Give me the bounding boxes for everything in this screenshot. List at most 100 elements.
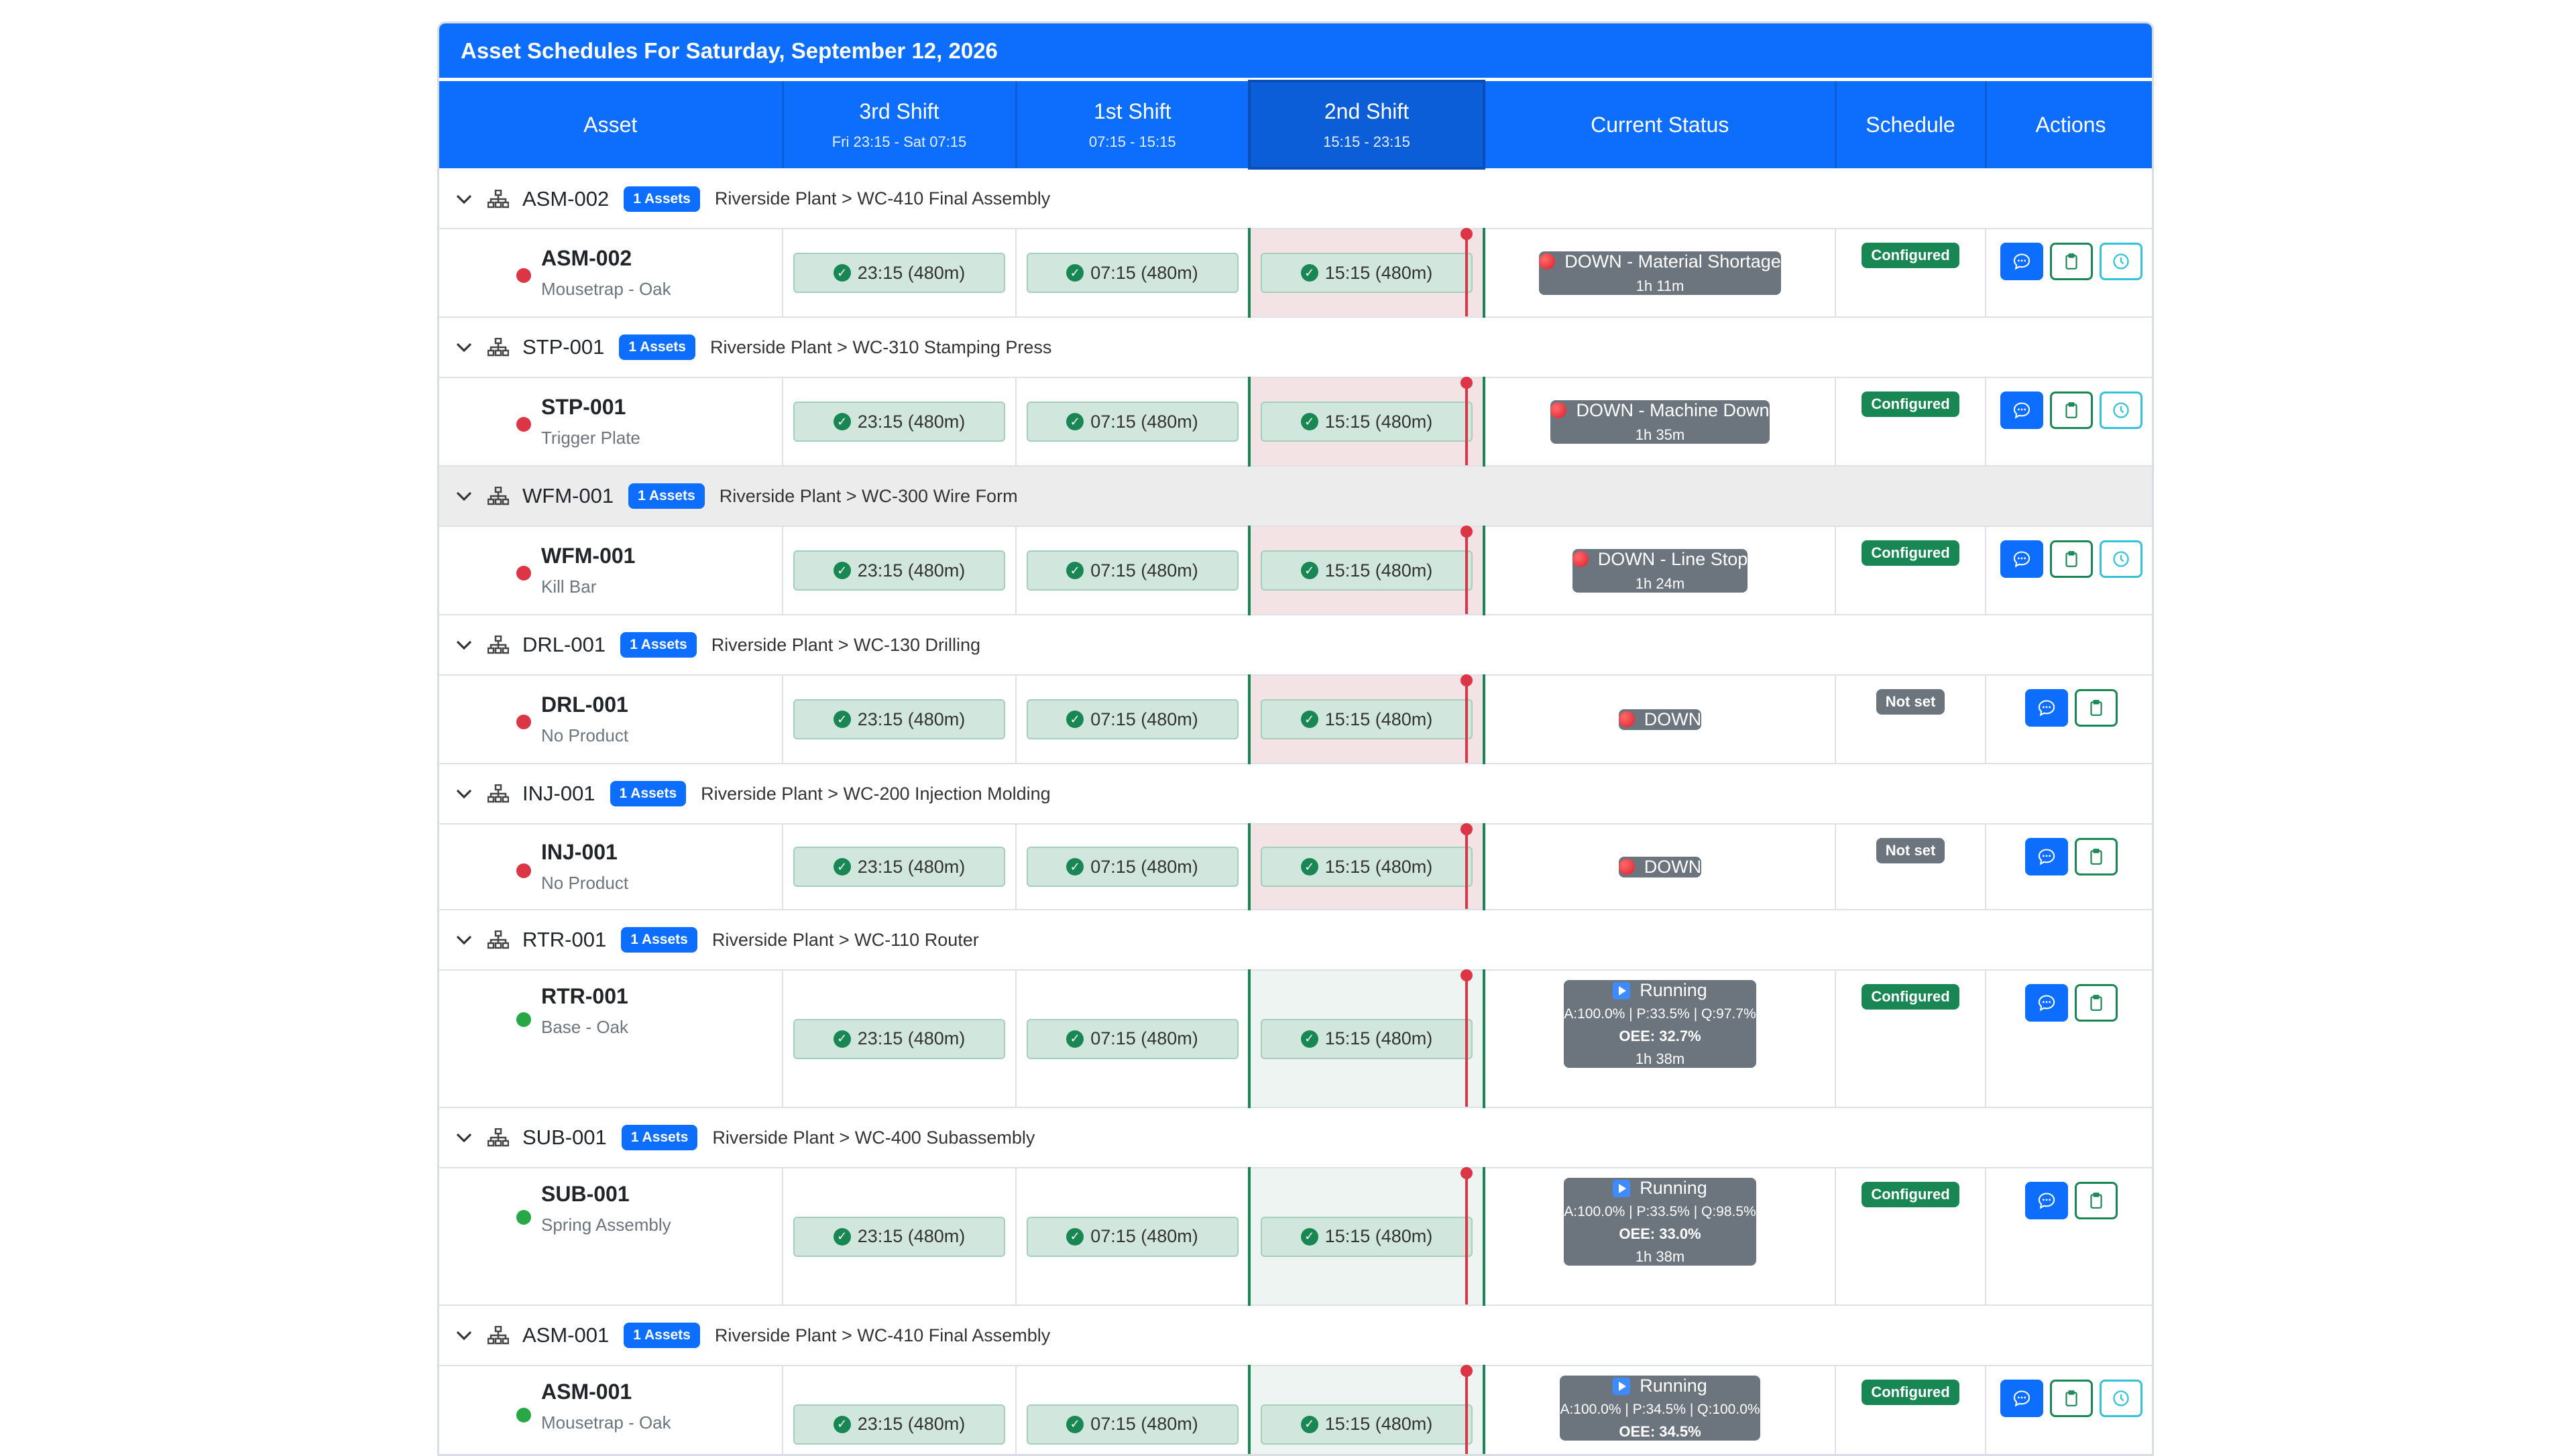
copy-button[interactable] bbox=[2049, 391, 2093, 429]
shift-2nd-pill[interactable]: ✓ 15:15 (480m) bbox=[1261, 699, 1473, 739]
comment-button[interactable] bbox=[2024, 838, 2068, 875]
copy-button[interactable] bbox=[2074, 689, 2118, 727]
copy-button[interactable] bbox=[2049, 540, 2093, 578]
group-row[interactable]: STP-001 1 Assets Riverside Plant > WC-310 … bbox=[439, 317, 2152, 378]
comment-button[interactable] bbox=[2000, 243, 2043, 280]
group-row[interactable]: INJ-001 1 Assets Riverside Plant > WC-200 … bbox=[439, 764, 2152, 825]
chevron-down-icon[interactable] bbox=[454, 189, 474, 209]
history-button[interactable] bbox=[2099, 391, 2142, 429]
shift-2nd-cell: ✓ 15:15 (480m) bbox=[1248, 228, 1485, 318]
shift-3rd-pill[interactable]: ✓ 23:15 (480m) bbox=[793, 402, 1005, 442]
shift-2nd-pill[interactable]: ✓ 15:15 (480m) bbox=[1261, 1018, 1473, 1059]
shift-2nd-pill[interactable]: ✓ 15:15 (480m) bbox=[1261, 1216, 1473, 1257]
shift-3rd-pill[interactable]: ✓ 23:15 (480m) bbox=[793, 699, 1005, 739]
chevron-down-icon[interactable] bbox=[454, 930, 474, 950]
asset-cell[interactable]: ASM-001 Mousetrap - Oak bbox=[439, 1366, 783, 1454]
chevron-down-icon[interactable] bbox=[454, 486, 474, 506]
asset-row[interactable]: WFM-001 Kill Bar ✓ 23:15 (480m) ✓ 07:15 (480m… bbox=[439, 526, 2152, 615]
shift-2nd-pill[interactable]: ✓ 15:15 (480m) bbox=[1261, 847, 1473, 887]
comment-button[interactable] bbox=[2024, 689, 2068, 727]
asset-row[interactable]: ASM-001 Mousetrap - Oak ✓ 23:15 (480m) ✓ 07:1… bbox=[439, 1365, 2152, 1454]
col-header-asset[interactable]: Asset bbox=[439, 81, 784, 168]
group-header[interactable]: DRL-001 1 Assets Riverside Plant > WC-130 … bbox=[439, 632, 2152, 658]
down-indicator-icon bbox=[1539, 253, 1556, 269]
group-header[interactable]: WFM-001 1 Assets Riverside Plant > WC-300 … bbox=[439, 483, 2152, 509]
group-row[interactable]: ASM-002 1 Assets Riverside Plant > WC-410 … bbox=[439, 168, 2152, 229]
asset-cell[interactable]: DRL-001 No Product bbox=[439, 675, 783, 764]
copy-button[interactable] bbox=[2049, 1380, 2093, 1417]
chevron-down-icon[interactable] bbox=[454, 1128, 474, 1148]
asset-cell[interactable]: SUB-001 Spring Assembly bbox=[439, 1168, 783, 1306]
shift-2nd-pill[interactable]: ✓ 15:15 (480m) bbox=[1261, 402, 1473, 442]
asset-cell[interactable]: WFM-001 Kill Bar bbox=[439, 526, 783, 615]
asset-name: STP-001 bbox=[541, 395, 626, 419]
shift-2nd-pill[interactable]: ✓ 15:15 (480m) bbox=[1261, 253, 1473, 293]
comment-button[interactable] bbox=[2024, 1182, 2068, 1219]
group-header[interactable]: ASM-001 1 Assets Riverside Plant > WC-410 … bbox=[439, 1323, 2152, 1348]
shift-1st-pill[interactable]: ✓ 07:15 (480m) bbox=[1026, 550, 1239, 591]
shift-3rd-pill[interactable]: ✓ 23:15 (480m) bbox=[793, 1404, 1005, 1445]
group-row[interactable]: ASM-001 1 Assets Riverside Plant > WC-410 … bbox=[439, 1305, 2152, 1366]
asset-row[interactable]: DRL-001 No Product ✓ 23:15 (480m) ✓ 07:15 (48… bbox=[439, 674, 2152, 764]
shift-3rd-pill[interactable]: ✓ 23:15 (480m) bbox=[793, 1018, 1005, 1059]
actions-cell bbox=[1986, 377, 2152, 467]
group-row[interactable]: DRL-001 1 Assets Riverside Plant > WC-130 … bbox=[439, 615, 2152, 676]
chevron-down-icon[interactable] bbox=[454, 1325, 474, 1345]
col-header-3rd-shift[interactable]: 3rd Shift Fri 23:15 - Sat 07:15 bbox=[783, 81, 1017, 168]
col-header-schedule[interactable]: Schedule bbox=[1835, 81, 1987, 168]
group-header[interactable]: STP-001 1 Assets Riverside Plant > WC-310 … bbox=[439, 335, 2152, 360]
shift-3rd-pill[interactable]: ✓ 23:15 (480m) bbox=[793, 550, 1005, 591]
shift-1st-pill[interactable]: ✓ 07:15 (480m) bbox=[1026, 847, 1239, 887]
col-header-2nd-shift[interactable]: 2nd Shift 15:15 - 23:15 bbox=[1248, 80, 1485, 170]
asset-row[interactable]: ASM-002 Mousetrap - Oak ✓ 23:15 (480m) ✓ 07:1… bbox=[439, 228, 2152, 318]
asset-cell[interactable]: STP-001 Trigger Plate bbox=[439, 377, 783, 467]
shift-3rd-cell: ✓ 23:15 (480m) bbox=[783, 377, 1017, 467]
copy-button[interactable] bbox=[2074, 838, 2118, 875]
shift-1st-pill[interactable]: ✓ 07:15 (480m) bbox=[1026, 402, 1239, 442]
shift-3rd-cell: ✓ 23:15 (480m) bbox=[783, 970, 1017, 1108]
col-header-current-status[interactable]: Current Status bbox=[1484, 81, 1837, 168]
copy-button[interactable] bbox=[2049, 243, 2093, 280]
asset-row[interactable]: SUB-001 Spring Assembly ✓ 23:15 (480m) ✓ 07:1… bbox=[439, 1167, 2152, 1306]
group-row[interactable]: WFM-001 1 Assets Riverside Plant > WC-300 … bbox=[439, 466, 2152, 527]
asset-cell[interactable]: ASM-002 Mousetrap - Oak bbox=[439, 229, 783, 318]
shift-1st-pill[interactable]: ✓ 07:15 (480m) bbox=[1026, 1018, 1239, 1059]
col-header-1st-shift[interactable]: 1st Shift 07:15 - 15:15 bbox=[1016, 81, 1251, 168]
history-button[interactable] bbox=[2099, 540, 2142, 578]
shift-1st-pill[interactable]: ✓ 07:15 (480m) bbox=[1026, 1404, 1239, 1445]
asset-row[interactable]: STP-001 Trigger Plate ✓ 23:15 (480m) ✓ 07:15 … bbox=[439, 377, 2152, 467]
shift-1st-pill[interactable]: ✓ 07:15 (480m) bbox=[1026, 699, 1239, 739]
comment-button[interactable] bbox=[2024, 984, 2068, 1022]
group-header[interactable]: INJ-001 1 Assets Riverside Plant > WC-200 … bbox=[439, 781, 2152, 806]
comment-button[interactable] bbox=[2000, 540, 2043, 578]
shift-3rd-cell: ✓ 23:15 (480m) bbox=[783, 824, 1017, 910]
asset-cell[interactable]: INJ-001 No Product bbox=[439, 824, 783, 910]
shift-1st-pill[interactable]: ✓ 07:15 (480m) bbox=[1026, 1216, 1239, 1257]
group-header[interactable]: RTR-001 1 Assets Riverside Plant > WC-110 … bbox=[439, 927, 2152, 953]
asset-row[interactable]: INJ-001 No Product ✓ 23:15 (480m) ✓ 07:15 (48… bbox=[439, 823, 2152, 910]
check-circle-icon: ✓ bbox=[1300, 711, 1318, 728]
shift-2nd-pill[interactable]: ✓ 15:15 (480m) bbox=[1261, 550, 1473, 591]
group-header[interactable]: ASM-002 1 Assets Riverside Plant > WC-410 … bbox=[439, 186, 2152, 212]
status-box: Running A:100.0% | P:33.5% | Q:97.7% OEE: … bbox=[1564, 980, 1756, 1068]
chevron-down-icon[interactable] bbox=[454, 337, 474, 357]
shift-1st-pill[interactable]: ✓ 07:15 (480m) bbox=[1026, 253, 1239, 293]
asset-row[interactable]: RTR-001 Base - Oak ✓ 23:15 (480m) ✓ 07:15 (48… bbox=[439, 969, 2152, 1108]
comment-button[interactable] bbox=[2000, 1380, 2043, 1417]
shift-3rd-pill[interactable]: ✓ 23:15 (480m) bbox=[793, 847, 1005, 887]
shift-3rd-pill[interactable]: ✓ 23:15 (480m) bbox=[793, 253, 1005, 293]
group-header[interactable]: SUB-001 1 Assets Riverside Plant > WC-400 … bbox=[439, 1125, 2152, 1150]
shift-3rd-pill[interactable]: ✓ 23:15 (480m) bbox=[793, 1216, 1005, 1257]
clock-icon bbox=[2112, 401, 2130, 420]
shift-2nd-pill[interactable]: ✓ 15:15 (480m) bbox=[1261, 1404, 1473, 1445]
group-row[interactable]: RTR-001 1 Assets Riverside Plant > WC-110 … bbox=[439, 910, 2152, 971]
history-button[interactable] bbox=[2099, 243, 2142, 280]
chevron-down-icon[interactable] bbox=[454, 784, 474, 804]
history-button[interactable] bbox=[2099, 1380, 2142, 1417]
group-row[interactable]: SUB-001 1 Assets Riverside Plant > WC-400 … bbox=[439, 1107, 2152, 1168]
copy-button[interactable] bbox=[2074, 1182, 2118, 1219]
comment-button[interactable] bbox=[2000, 391, 2043, 429]
asset-cell[interactable]: RTR-001 Base - Oak bbox=[439, 970, 783, 1108]
copy-button[interactable] bbox=[2074, 984, 2118, 1022]
chevron-down-icon[interactable] bbox=[454, 635, 474, 655]
